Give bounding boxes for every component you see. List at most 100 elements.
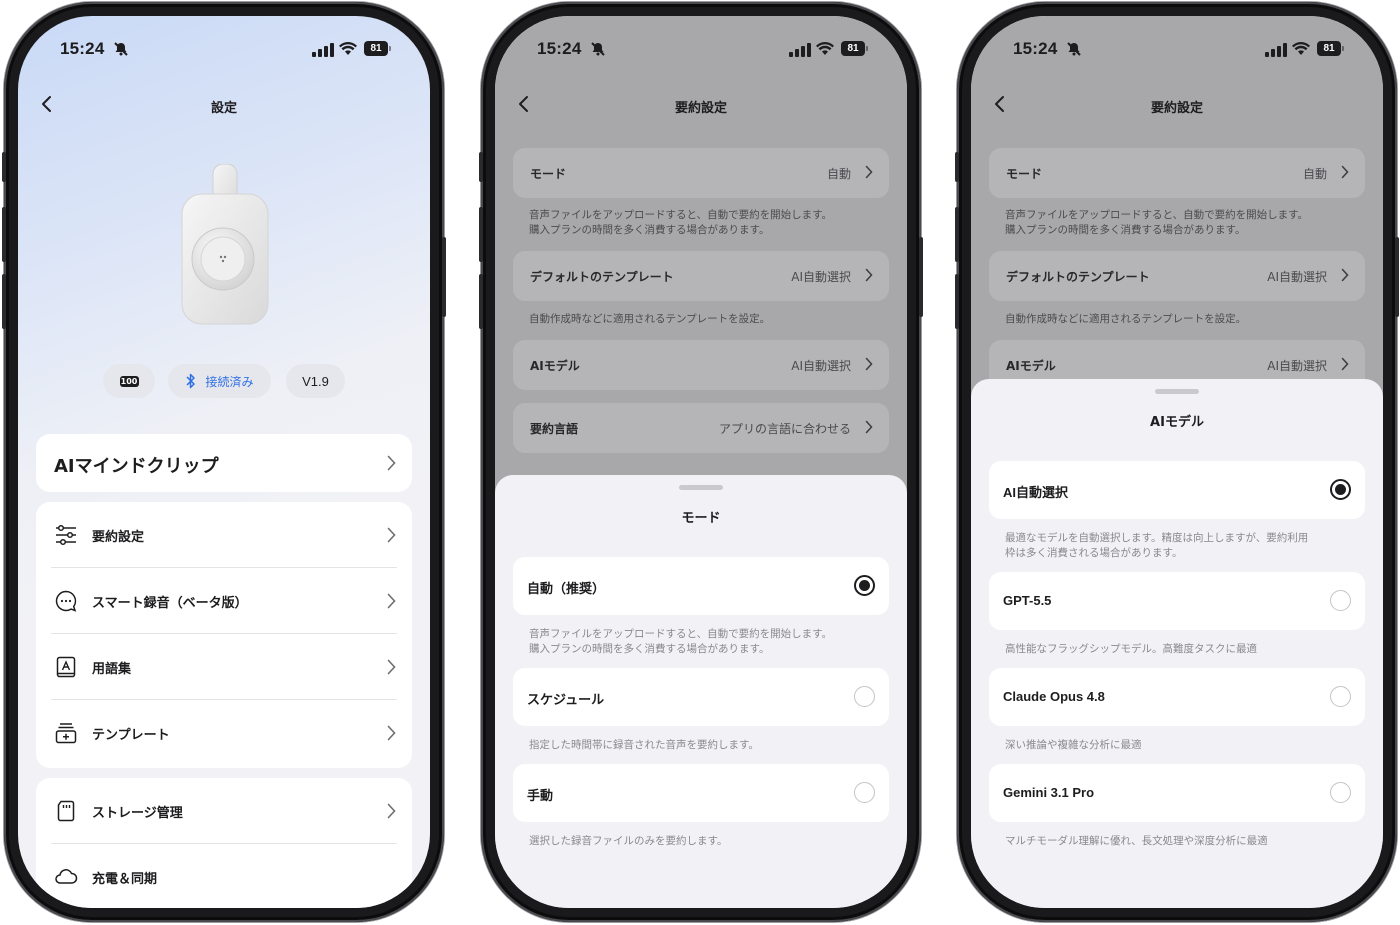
- chevron-right-icon: [1341, 357, 1349, 371]
- side-button: [955, 152, 959, 182]
- settings-menu: 要約設定 スマート録音（ベータ版） 用語集 テンプレート: [36, 502, 412, 768]
- template-description: 自動作成時などに適用されるテンプレートを設定。: [1005, 313, 1247, 325]
- nav-bar: 要約設定: [971, 88, 1383, 122]
- option-label: 手動: [527, 788, 554, 803]
- menu-item-template[interactable]: テンプレート: [36, 700, 412, 766]
- storage-menu: ストレージ管理 充電＆同期: [36, 778, 412, 908]
- option-description: マルチモーダル理解に優れ、長文処理や深度分析に最適: [1005, 835, 1268, 847]
- chevron-right-icon: [387, 725, 396, 741]
- battery-chip: 100: [103, 364, 155, 398]
- cellular-signal-icon: [1265, 43, 1287, 57]
- option-label: 自動（推奨）: [527, 581, 606, 596]
- battery-level: 81: [1317, 41, 1341, 56]
- sheet-grabber[interactable]: [1155, 389, 1199, 394]
- description-text: 音声ファイルをアップロードすると、自動で要約を開始します。 購入プランの時間を多…: [1005, 209, 1309, 236]
- option-ai-auto-select[interactable]: AI自動選択: [989, 461, 1365, 519]
- sd-card-icon: [57, 800, 75, 822]
- silent-bell-icon: [591, 42, 605, 56]
- nav-bar: 要約設定: [495, 88, 907, 122]
- status-bar: 15:24 81: [971, 16, 1383, 86]
- side-button: [2, 152, 6, 182]
- power-button: [1395, 237, 1399, 317]
- setting-row-summary-language[interactable]: 要約言語 アプリの言語に合わせる: [513, 403, 889, 453]
- row-label: モード: [1006, 167, 1043, 181]
- option-label: AI自動選択: [1003, 485, 1069, 500]
- volume-down-button: [955, 274, 959, 329]
- option-description: 指定した時間帯に録音された音声を要約します。: [529, 739, 759, 751]
- menu-label: ストレージ管理: [92, 806, 183, 821]
- radio-unselected[interactable]: [854, 782, 875, 803]
- radio-unselected[interactable]: [1330, 590, 1351, 611]
- phone-frame: 15:24 81 設定 100 接続済み V1.9 AIマインドクリップ 要約設…: [2, 2, 446, 922]
- template-description: 自動作成時などに適用されるテンプレートを設定。: [529, 313, 771, 325]
- menu-label: 用語集: [92, 662, 132, 677]
- setting-row-mode[interactable]: モード 自動: [513, 148, 889, 198]
- page-title: 要約設定: [674, 101, 727, 116]
- battery-level: 81: [364, 41, 388, 56]
- device-name-row[interactable]: AIマインドクリップ: [36, 434, 412, 492]
- option-description: 選択した録音ファイルのみを要約します。: [529, 835, 728, 847]
- option-description: 音声ファイルをアップロードすると、自動で要約を開始します。 購入プランの時間を多…: [529, 628, 833, 655]
- menu-label: 充電＆同期: [92, 872, 158, 887]
- radio-unselected[interactable]: [1330, 782, 1351, 803]
- menu-item-charge-sync[interactable]: 充電＆同期: [36, 844, 412, 908]
- row-value: 自動: [1302, 167, 1327, 181]
- row-value: AI自動選択: [791, 359, 851, 373]
- option-manual[interactable]: 手動: [513, 764, 889, 822]
- status-bar: 15:24 81: [18, 16, 430, 86]
- option-description: 最適なモデルを自動選択します。精度は向上しますが、要約利用 枠は多く消費される場…: [1005, 532, 1309, 559]
- option-schedule[interactable]: スケジュール: [513, 668, 889, 726]
- option-label: Claude Opus 4.8: [1003, 689, 1105, 704]
- battery-mini-icon: 100: [119, 375, 139, 387]
- option-description: 深い推論や複雑な分析に最適: [1005, 739, 1142, 751]
- ai-model-bottom-sheet: AIモデル AI自動選択 最適なモデルを自動選択します。精度は向上しますが、要約…: [971, 379, 1383, 908]
- option-gemini[interactable]: Gemini 3.1 Pro: [989, 764, 1365, 822]
- radio-selected[interactable]: [854, 575, 875, 596]
- mode-description: 音声ファイルをアップロードすると、自動で要約を開始します。 購入プランの時間を多…: [1005, 208, 1349, 238]
- option-label: GPT-5.5: [1003, 593, 1052, 608]
- side-button: [479, 152, 483, 182]
- sheet-grabber[interactable]: [679, 485, 723, 490]
- menu-label: テンプレート: [92, 728, 170, 743]
- chat-bubble-icon: [55, 590, 77, 612]
- chevron-right-icon: [1341, 165, 1349, 179]
- menu-item-glossary[interactable]: 用語集: [36, 634, 412, 700]
- volume-down-button: [2, 274, 6, 329]
- chevron-right-icon: [387, 527, 396, 543]
- wifi-icon: [816, 41, 834, 55]
- volume-up-button: [955, 207, 959, 262]
- chevron-right-icon: [387, 593, 396, 609]
- setting-row-default-template[interactable]: デフォルトのテンプレート AI自動選択: [513, 251, 889, 301]
- chevron-right-icon: [387, 659, 396, 675]
- chevron-right-icon: [387, 803, 396, 819]
- battery-icon: 81: [841, 41, 869, 56]
- sheet-title: AIモデル: [1150, 415, 1204, 430]
- volume-down-button: [479, 274, 483, 329]
- setting-row-default-template[interactable]: デフォルトのテンプレート AI自動選択: [989, 251, 1365, 301]
- row-value: AI自動選択: [1267, 359, 1327, 373]
- option-gpt[interactable]: GPT-5.5: [989, 572, 1365, 630]
- menu-item-summary-settings[interactable]: 要約設定: [36, 502, 412, 568]
- setting-row-ai-model[interactable]: AIモデル AI自動選択: [513, 340, 889, 390]
- radio-selected[interactable]: [1330, 479, 1351, 500]
- chevron-right-icon: [865, 268, 873, 282]
- nav-bar: 設定: [18, 88, 430, 122]
- radio-unselected[interactable]: [1330, 686, 1351, 707]
- menu-item-smart-recording[interactable]: スマート録音（ベータ版）: [36, 568, 412, 634]
- option-claude[interactable]: Claude Opus 4.8: [989, 668, 1365, 726]
- row-value: アプリの言語に合わせる: [718, 422, 851, 436]
- row-label: モード: [530, 167, 567, 181]
- menu-item-storage[interactable]: ストレージ管理: [36, 778, 412, 844]
- setting-row-mode[interactable]: モード 自動: [989, 148, 1365, 198]
- cloud-sync-icon: [55, 869, 78, 884]
- option-label: Gemini 3.1 Pro: [1003, 785, 1095, 800]
- option-description: 高性能なフラッグシップモデル。高難度タスクに最適: [1005, 643, 1257, 655]
- menu-label: スマート録音（ベータ版）: [92, 596, 248, 611]
- radio-unselected[interactable]: [854, 686, 875, 707]
- wifi-icon: [1292, 41, 1310, 55]
- row-label: AIモデル: [530, 359, 580, 373]
- summary-settings-model-sheet-screen: 15:24 81 要約設定 モード 自動 音声ファイルをアップロードすると、自動…: [971, 16, 1383, 908]
- option-auto[interactable]: 自動（推奨）: [513, 557, 889, 615]
- volume-up-button: [2, 207, 6, 262]
- chevron-right-icon: [865, 420, 873, 434]
